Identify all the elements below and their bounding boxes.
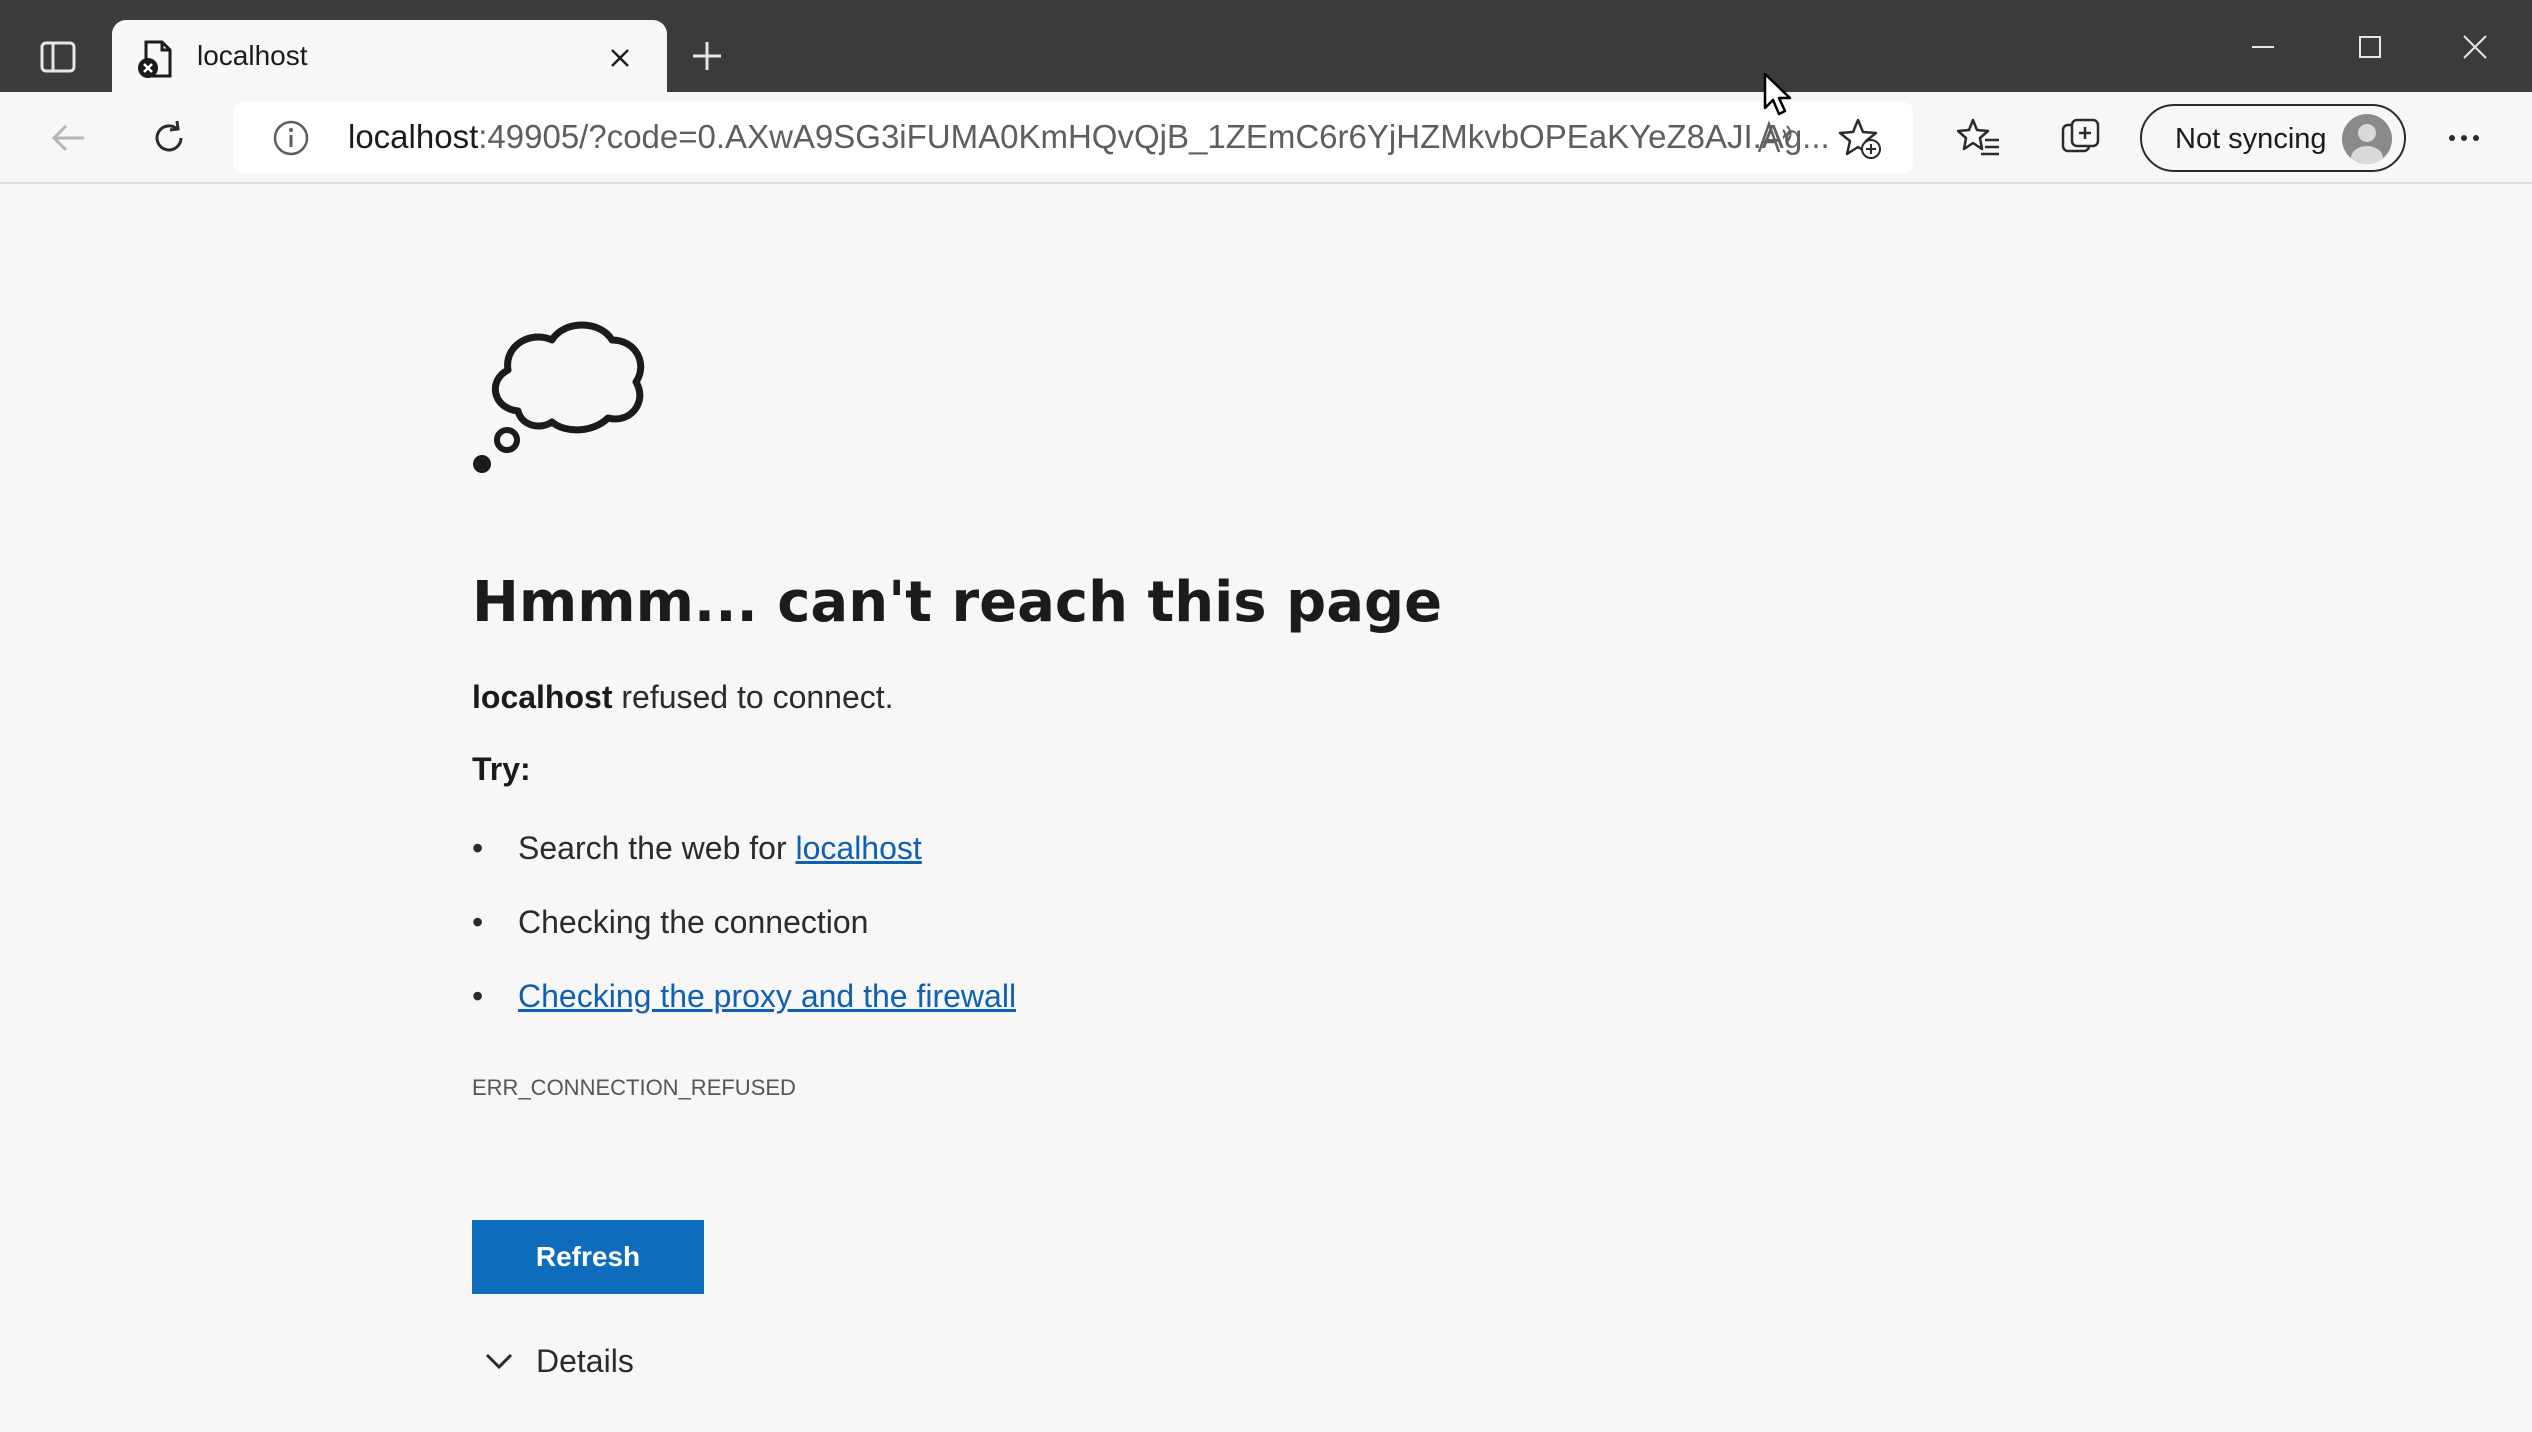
read-aloud-icon[interactable] <box>1753 116 1797 160</box>
chevron-down-icon <box>485 1353 513 1370</box>
error-code: ERR_CONNECTION_REFUSED <box>472 1075 796 1100</box>
browser-toolbar: localhost:49905/?code=0.AXwA9SG3iFUMA0Km… <box>0 92 2532 184</box>
window-close-icon[interactable] <box>2450 22 2500 72</box>
error-page: Hmmm... can't reach this page localhost … <box>0 186 2532 1432</box>
refused-host: localhost <box>472 679 613 715</box>
refused-text: refused to connect. <box>612 679 894 715</box>
bullet: • <box>472 830 484 866</box>
url-host: localhost <box>348 118 479 155</box>
profile-status: Not syncing <box>2175 123 2327 155</box>
bullet: • <box>472 978 484 1014</box>
collections-icon[interactable] <box>2055 112 2107 164</box>
error-message: localhost refused to connect. <box>472 679 894 716</box>
list-item: • Checking the proxy and the firewall <box>472 978 1016 1015</box>
address-bar[interactable]: localhost:49905/?code=0.AXwA9SG3iFUMA0Km… <box>233 102 1913 174</box>
close-icon[interactable] <box>602 40 638 76</box>
plus-icon[interactable] <box>685 34 729 78</box>
tab-actions-icon[interactable] <box>30 30 86 84</box>
minimize-icon[interactable] <box>2238 22 2288 72</box>
more-icon[interactable] <box>2438 112 2490 164</box>
search-prefix: Search the web for <box>518 830 796 866</box>
url-rest: :49905/?code=0.AXwA9SG3iFUMA0KmHQvQjB_1Z… <box>478 118 1830 155</box>
page-title: Hmmm... can't reach this page <box>472 570 1443 635</box>
avatar <box>2342 114 2392 164</box>
refresh-button[interactable]: Refresh <box>472 1220 704 1294</box>
details-label: Details <box>536 1342 634 1379</box>
tab-title: localhost <box>197 40 308 71</box>
mouse-cursor-icon <box>1763 72 1792 116</box>
proxy-firewall-link[interactable]: Checking the proxy and the firewall <box>518 978 1016 1014</box>
search-localhost-link[interactable]: localhost <box>795 830 921 866</box>
info-icon[interactable] <box>271 118 311 158</box>
favorites-icon[interactable] <box>1953 112 2005 164</box>
active-tab[interactable]: localhost <box>112 20 667 95</box>
url-text[interactable]: localhost:49905/?code=0.AXwA9SG3iFUMA0Km… <box>348 118 1830 156</box>
broken-page-icon <box>138 40 172 78</box>
title-bar: localhost <box>0 0 2532 95</box>
maximize-icon[interactable] <box>2345 22 2395 72</box>
list-item: • Search the web for localhost <box>472 830 922 867</box>
star-plus-icon[interactable] <box>1838 116 1882 160</box>
thought-cloud-icon <box>473 321 645 473</box>
list-item: • Checking the connection <box>472 904 868 941</box>
details-toggle[interactable]: Details <box>482 1336 634 1386</box>
bullet: • <box>472 904 484 940</box>
back-arrow-icon[interactable] <box>42 112 94 164</box>
profile-button[interactable]: Not syncing <box>2140 104 2406 172</box>
check-connection-text: Checking the connection <box>518 904 869 940</box>
try-label: Try: <box>472 751 531 787</box>
refresh-icon[interactable] <box>143 112 195 164</box>
